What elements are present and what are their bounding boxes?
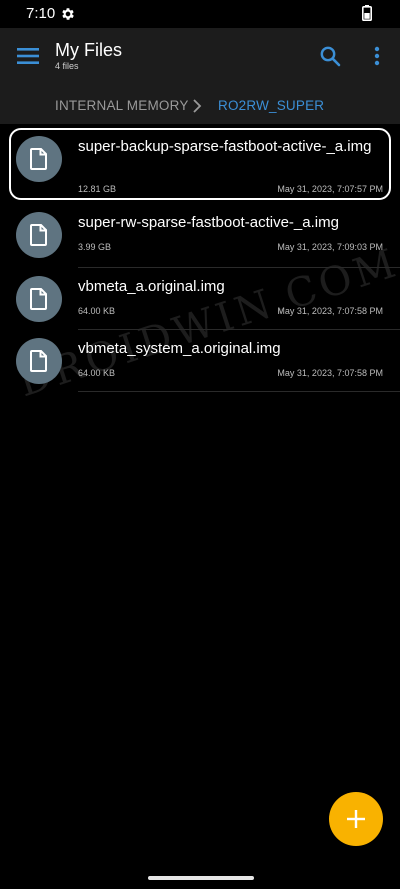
- file-size: 64.00 KB: [78, 368, 116, 378]
- breadcrumb-current[interactable]: RO2RW_SUPER: [218, 98, 324, 113]
- home-indicator[interactable]: [148, 876, 254, 880]
- status-bar: 7:10: [0, 0, 400, 28]
- plus-icon: [347, 810, 365, 828]
- file-date: May 31, 2023, 7:07:58 PM: [277, 368, 383, 378]
- breadcrumb-root[interactable]: INTERNAL MEMORY: [55, 98, 189, 113]
- file-icon: [16, 338, 62, 384]
- file-icon: [16, 276, 62, 322]
- file-count: 4 files: [55, 61, 79, 71]
- page-title: My Files: [55, 40, 122, 60]
- file-name: vbmeta_system_a.original.img: [78, 340, 281, 357]
- file-size: 3.99 GB: [78, 242, 112, 252]
- file-date: May 31, 2023, 7:07:58 PM: [277, 306, 383, 316]
- app-bar: My Files 4 files: [0, 28, 400, 88]
- file-size: 64.00 KB: [78, 306, 116, 316]
- chevron-right-icon: [193, 99, 202, 113]
- file-name: super-backup-sparse-fastboot-active-_a.i…: [78, 138, 372, 155]
- file-item[interactable]: super-backup-sparse-fastboot-active-_a.i…: [0, 124, 400, 206]
- file-icon: [16, 136, 62, 182]
- breadcrumb: INTERNAL MEMORY RO2RW_SUPER: [0, 88, 400, 124]
- file-item[interactable]: super-rw-sparse-fastboot-active-_a.img 3…: [0, 206, 400, 268]
- file-name: super-rw-sparse-fastboot-active-_a.img: [78, 214, 339, 231]
- file-icon: [16, 212, 62, 258]
- add-button[interactable]: [329, 792, 383, 846]
- file-item[interactable]: vbmeta_system_a.original.img 64.00 KB Ma…: [0, 330, 400, 392]
- divider: [78, 391, 400, 392]
- file-date: May 31, 2023, 7:09:03 PM: [277, 242, 383, 252]
- hamburger-menu-icon[interactable]: [14, 42, 42, 70]
- file-list: super-backup-sparse-fastboot-active-_a.i…: [0, 124, 400, 392]
- battery-icon: [362, 5, 372, 21]
- file-name: vbmeta_a.original.img: [78, 278, 225, 295]
- more-vert-icon[interactable]: [367, 44, 387, 68]
- file-item[interactable]: vbmeta_a.original.img 64.00 KB May 31, 2…: [0, 268, 400, 330]
- file-date: May 31, 2023, 7:07:57 PM: [277, 184, 383, 194]
- status-time: 7:10: [26, 5, 56, 22]
- file-size: 12.81 GB: [78, 184, 117, 194]
- search-icon[interactable]: [318, 44, 342, 68]
- gear-icon: [62, 8, 74, 20]
